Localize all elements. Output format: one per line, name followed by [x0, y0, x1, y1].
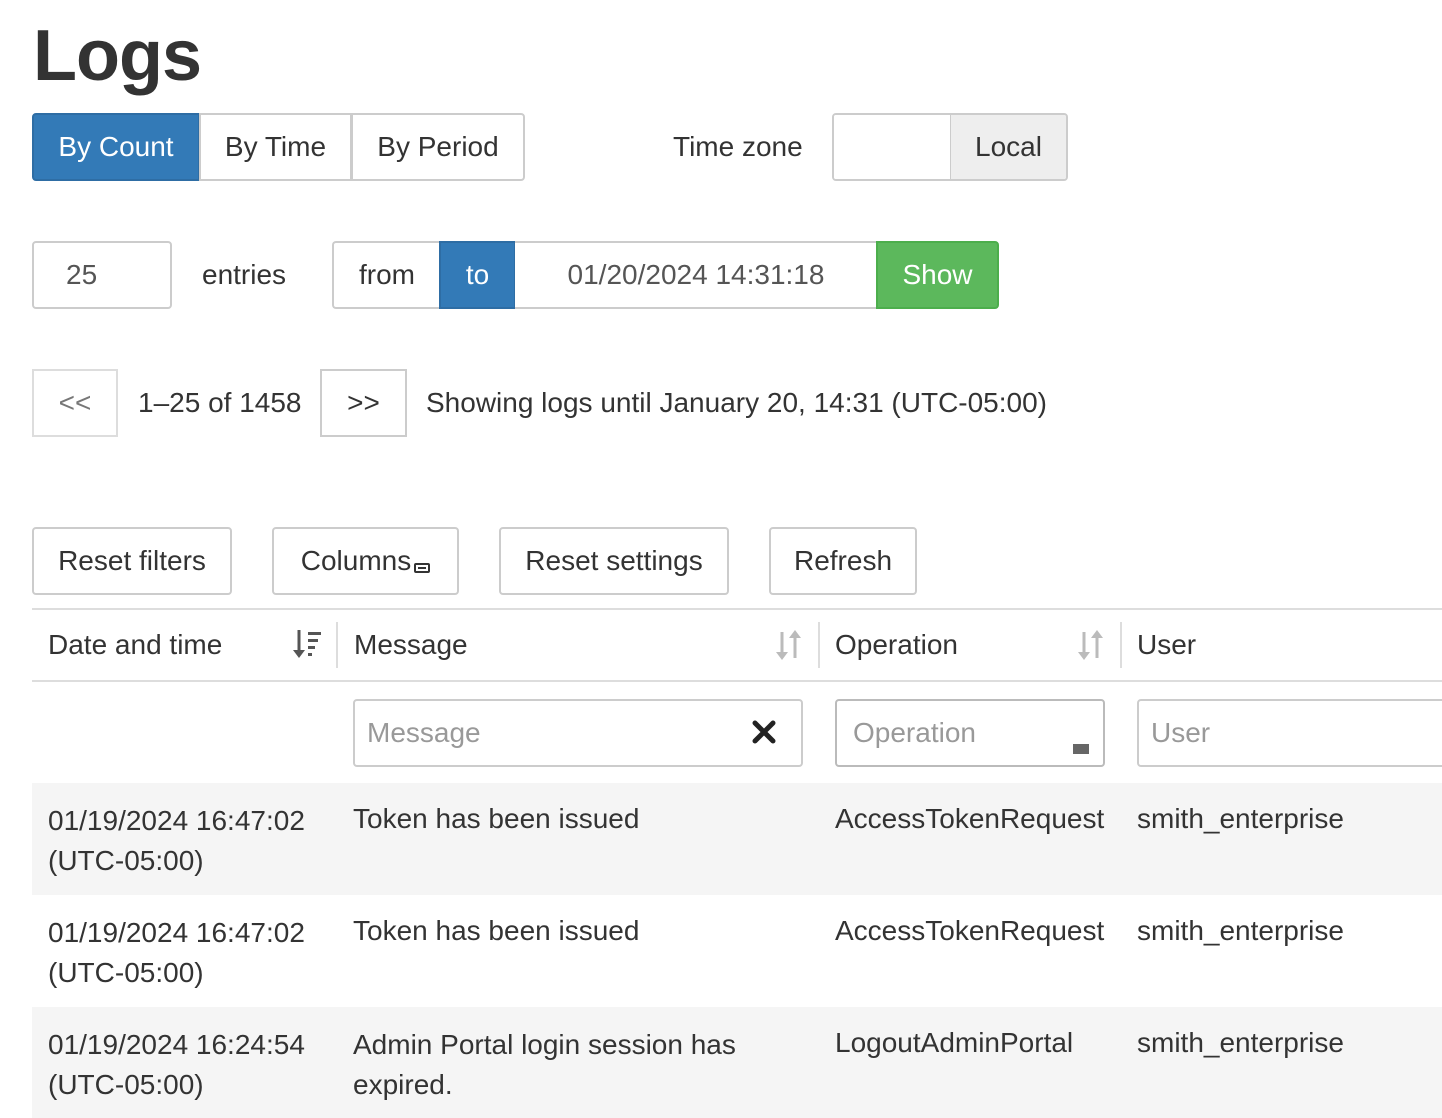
columns-button[interactable]: Columns	[272, 527, 459, 595]
row-operation: AccessTokenRequest	[835, 803, 1105, 834]
user-filter-input[interactable]: User	[1137, 699, 1442, 767]
user-filter-placeholder: User	[1151, 717, 1211, 748]
reset-filters-button[interactable]: Reset filters	[32, 527, 232, 595]
column-divider[interactable]	[336, 622, 338, 668]
sort-both-icon[interactable]	[1076, 628, 1106, 662]
logs-status: Showing logs until January 20, 14:31 (UT…	[426, 387, 1048, 418]
row-operation: LogoutAdminPortal	[835, 1027, 1074, 1058]
tab-by-time[interactable]: By Time	[199, 113, 352, 181]
row-message: Token has been issued	[353, 915, 640, 946]
page-range: 1–25 of 1458	[138, 387, 302, 418]
prev-page-button[interactable]: <<	[32, 369, 118, 437]
dropdown-icon	[1073, 729, 1089, 761]
column-header-message[interactable]: Message	[354, 610, 468, 680]
column-header-user[interactable]: User	[1137, 610, 1196, 680]
table-row[interactable]: 01/19/2024 16:47:02 (UTC-05:00) Token ha…	[32, 783, 1442, 895]
row-timezone: (UTC-05:00)	[48, 957, 204, 988]
row-user: smith_enterprise	[1137, 803, 1344, 834]
tab-by-period[interactable]: By Period	[351, 113, 525, 181]
row-date: 01/19/2024 16:24:54	[48, 1029, 305, 1060]
row-date: 01/19/2024 16:47:02	[48, 917, 305, 948]
columns-label: Columns	[300, 545, 412, 576]
row-date: 01/19/2024 16:47:02	[48, 805, 305, 836]
sort-both-icon[interactable]	[774, 628, 804, 662]
page-title: Logs	[33, 16, 202, 96]
column-header-date[interactable]: Date and time	[48, 610, 222, 680]
table-row[interactable]: 01/19/2024 16:47:02 (UTC-05:00) Token ha…	[32, 895, 1442, 1007]
table-header: Date and time Message Operation User	[32, 610, 1442, 680]
message-filter-input[interactable]: Message	[353, 699, 803, 767]
datetime-input[interactable]: 01/20/2024 14:31:18	[515, 241, 877, 309]
operation-filter-select[interactable]: Operation	[835, 699, 1105, 767]
message-filter-placeholder: Message	[367, 717, 481, 748]
refresh-button[interactable]: Refresh	[769, 527, 917, 595]
row-operation: AccessTokenRequest	[835, 915, 1105, 946]
row-timezone: (UTC-05:00)	[48, 1069, 204, 1100]
caret-icon	[414, 548, 431, 580]
show-button[interactable]: Show	[876, 241, 999, 309]
to-toggle[interactable]: to	[439, 241, 516, 309]
tab-by-count[interactable]: By Count	[32, 113, 200, 181]
range-group: from to 01/20/2024 14:31:18 Show	[332, 241, 999, 309]
operation-filter-placeholder: Operation	[853, 717, 976, 748]
table-row[interactable]: 01/19/2024 16:24:54 (UTC-05:00) Admin Po…	[32, 1007, 1442, 1118]
count-input[interactable]: 25	[32, 241, 172, 309]
entries-label: entries	[202, 259, 287, 290]
next-page-button[interactable]: >>	[320, 369, 407, 437]
row-message: Token has been issued	[353, 803, 640, 834]
table-header-border	[32, 680, 1442, 682]
timezone-label: Time zone	[673, 131, 803, 162]
row-message-continued: expired.	[353, 1069, 453, 1100]
column-divider[interactable]	[1120, 622, 1122, 668]
timezone-local-option[interactable]: Local	[950, 115, 1066, 179]
reset-settings-button[interactable]: Reset settings	[499, 527, 729, 595]
clear-icon[interactable]	[751, 719, 777, 752]
row-message: Admin Portal login session has	[353, 1029, 736, 1060]
sort-descending-icon[interactable]	[292, 628, 322, 662]
row-user: smith_enterprise	[1137, 915, 1344, 946]
column-header-operation[interactable]: Operation	[835, 610, 958, 680]
row-timezone: (UTC-05:00)	[48, 845, 204, 876]
timezone-selector[interactable]: Local	[832, 113, 1068, 181]
timezone-blank	[834, 115, 950, 179]
from-toggle[interactable]: from	[332, 241, 440, 309]
column-divider[interactable]	[818, 622, 820, 668]
row-user: smith_enterprise	[1137, 1027, 1344, 1058]
